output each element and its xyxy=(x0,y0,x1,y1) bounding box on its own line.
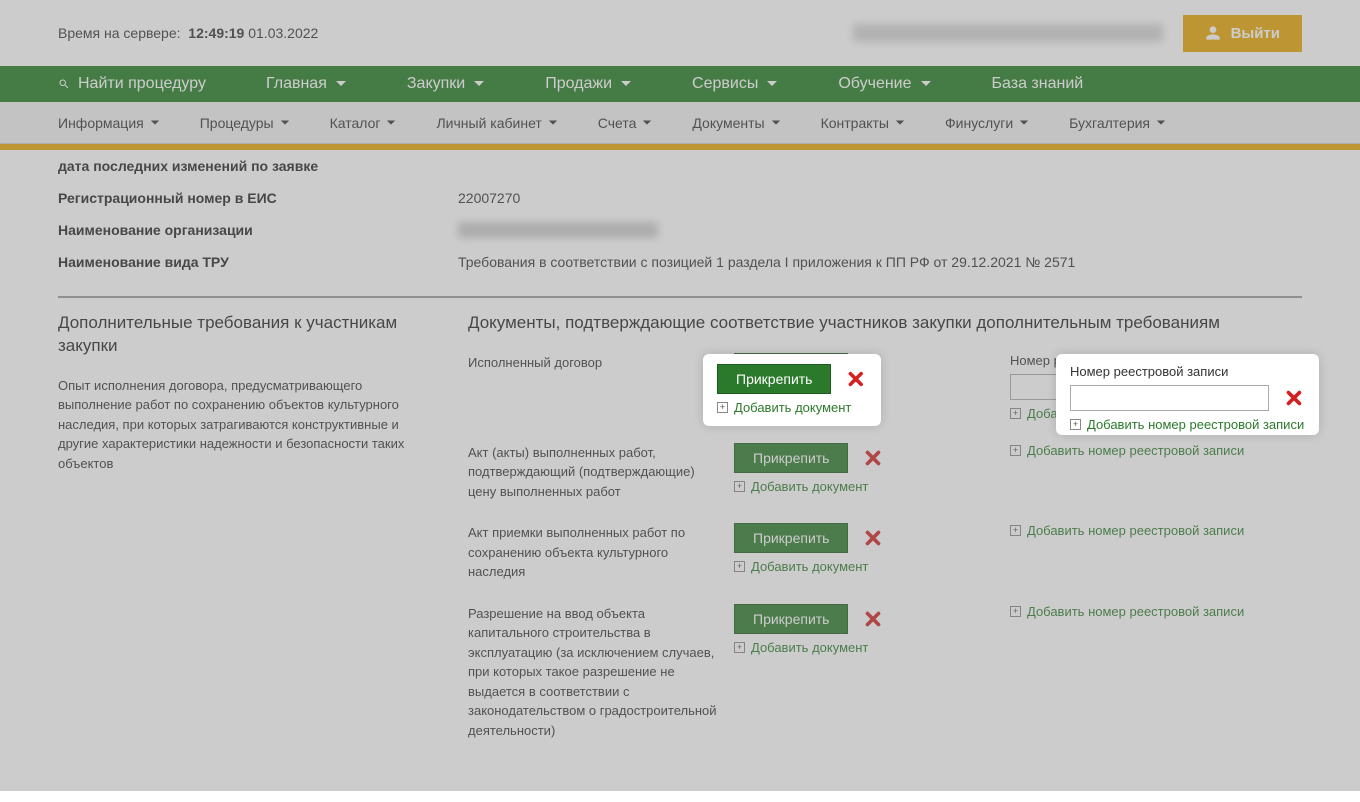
add-registry-link[interactable]: + Добавить номер реестровой записи xyxy=(1070,417,1305,432)
sub-info[interactable]: Информация xyxy=(58,115,160,131)
org-name-blur xyxy=(458,222,658,238)
registry-label: Номер реестровой записи xyxy=(1070,364,1305,379)
server-time-value: 12:49:19 xyxy=(188,25,244,41)
server-time: Время на сервере: 12:49:19 01.03.2022 xyxy=(58,25,318,41)
chevron-down-icon xyxy=(335,78,347,90)
chevron-down-icon xyxy=(771,118,781,128)
logout-label: Выйти xyxy=(1231,25,1280,42)
remove-icon[interactable] xyxy=(1283,387,1305,409)
remove-icon[interactable] xyxy=(862,447,884,469)
attach-button[interactable]: Прикрепить xyxy=(734,523,848,553)
doc-row: Акт (акты) выполненных работ, подтвержда… xyxy=(468,443,1302,502)
chevron-down-icon xyxy=(1019,118,1029,128)
chevron-down-icon xyxy=(920,78,932,90)
registry-input[interactable] xyxy=(1070,385,1269,411)
doc-name: Исполненный договор xyxy=(468,353,718,421)
remove-icon[interactable] xyxy=(862,527,884,549)
add-document-link[interactable]: + Добавить документ xyxy=(734,640,994,655)
nav-sales[interactable]: Продажи xyxy=(545,75,632,93)
row-label: Регистрационный номер в ЕИС xyxy=(58,190,458,206)
sub-catalog[interactable]: Каталог xyxy=(330,115,397,131)
user-icon xyxy=(1205,25,1221,41)
doc-row: Акт приемки выполненных работ по сохране… xyxy=(468,523,1302,582)
doc-row: Разрешение на ввод объекта капитального … xyxy=(468,604,1302,741)
doc-name: Акт приемки выполненных работ по сохране… xyxy=(468,523,718,582)
nav-purchases[interactable]: Закупки xyxy=(407,75,485,93)
add-document-link[interactable]: + Добавить документ xyxy=(734,559,994,574)
row-value: 22007270 xyxy=(458,190,1302,206)
plus-icon: + xyxy=(734,642,745,653)
search-label: Найти процедуру xyxy=(78,75,206,93)
section-title-right: Документы, подтверждающие соответствие у… xyxy=(468,312,1302,335)
plus-icon: + xyxy=(1010,445,1021,456)
add-document-link[interactable]: + Добавить документ xyxy=(717,400,867,415)
server-time-label: Время на сервере: xyxy=(58,25,181,41)
info-row-lastchange: дата последних изменений по заявке xyxy=(58,150,1302,182)
plus-icon: + xyxy=(1010,408,1021,419)
attach-button[interactable]: Прикрепить xyxy=(734,443,848,473)
chevron-down-icon xyxy=(642,118,652,128)
search-procedure[interactable]: Найти процедуру xyxy=(58,75,206,93)
chevron-down-icon xyxy=(1156,118,1166,128)
sub-account[interactable]: Личный кабинет xyxy=(436,115,557,131)
remove-icon[interactable] xyxy=(845,368,867,390)
remove-icon[interactable] xyxy=(862,608,884,630)
highlight-attach: Прикрепить + Добавить документ xyxy=(703,354,881,426)
chevron-down-icon xyxy=(280,118,290,128)
main-nav: Найти процедуру Главная Закупки Продажи … xyxy=(0,66,1360,102)
row-label: дата последних изменений по заявке xyxy=(58,158,458,174)
nav-services[interactable]: Сервисы xyxy=(692,75,778,93)
chevron-down-icon xyxy=(548,118,558,128)
attach-button[interactable]: Прикрепить xyxy=(734,604,848,634)
sub-nav: Информация Процедуры Каталог Личный каби… xyxy=(0,102,1360,144)
content: дата последних изменений по заявке Регис… xyxy=(0,150,1360,802)
chevron-down-icon xyxy=(895,118,905,128)
add-document-link[interactable]: + Добавить документ xyxy=(734,479,994,494)
add-registry-link[interactable]: + Добавить номер реестровой записи xyxy=(1010,523,1302,538)
plus-icon: + xyxy=(1010,525,1021,536)
doc-name: Разрешение на ввод объекта капитального … xyxy=(468,604,718,741)
row-label: Наименование организации xyxy=(58,222,458,238)
search-icon xyxy=(58,78,70,90)
doc-name: Акт (акты) выполненных работ, подтвержда… xyxy=(468,443,718,502)
sub-procedures[interactable]: Процедуры xyxy=(200,115,290,131)
row-value: Требования в соответствии с позицией 1 р… xyxy=(458,254,1302,270)
nav-training[interactable]: Обучение xyxy=(838,75,931,93)
chevron-down-icon xyxy=(766,78,778,90)
sub-finservices[interactable]: Финуслуги xyxy=(945,115,1029,131)
user-info xyxy=(853,24,1163,42)
attach-button[interactable]: Прикрепить xyxy=(717,364,831,394)
nav-kb[interactable]: База знаний xyxy=(992,75,1084,93)
requirement-text: Опыт исполнения договора, предусматриваю… xyxy=(58,376,438,474)
add-registry-link[interactable]: + Добавить номер реестровой записи xyxy=(1010,604,1302,619)
sub-documents[interactable]: Документы xyxy=(692,115,780,131)
highlight-registry: Номер реестровой записи + Добавить номер… xyxy=(1056,354,1319,435)
sub-contracts[interactable]: Контракты xyxy=(821,115,905,131)
chevron-down-icon xyxy=(473,78,485,90)
sub-bills[interactable]: Счета xyxy=(598,115,653,131)
top-bar: Время на сервере: 12:49:19 01.03.2022 Вы… xyxy=(0,0,1360,66)
chevron-down-icon xyxy=(386,118,396,128)
plus-icon: + xyxy=(734,561,745,572)
info-row-org: Наименование организации xyxy=(58,214,1302,246)
section-title-left: Дополнительные требования к участникам з… xyxy=(58,312,438,358)
sub-accounting[interactable]: Бухгалтерия xyxy=(1069,115,1166,131)
row-label: Наименование вида ТРУ xyxy=(58,254,458,270)
info-row-regnum: Регистрационный номер в ЕИС 22007270 xyxy=(58,182,1302,214)
plus-icon: + xyxy=(1070,419,1081,430)
server-date: 01.03.2022 xyxy=(248,25,318,41)
logout-button[interactable]: Выйти xyxy=(1183,15,1302,52)
chevron-down-icon xyxy=(150,118,160,128)
chevron-down-icon xyxy=(620,78,632,90)
divider xyxy=(58,296,1302,298)
add-registry-link[interactable]: + Добавить номер реестровой записи xyxy=(1010,443,1302,458)
plus-icon: + xyxy=(734,481,745,492)
plus-icon: + xyxy=(1010,606,1021,617)
nav-main[interactable]: Главная xyxy=(266,75,347,93)
info-row-tru: Наименование вида ТРУ Требования в соотв… xyxy=(58,246,1302,278)
plus-icon: + xyxy=(717,402,728,413)
